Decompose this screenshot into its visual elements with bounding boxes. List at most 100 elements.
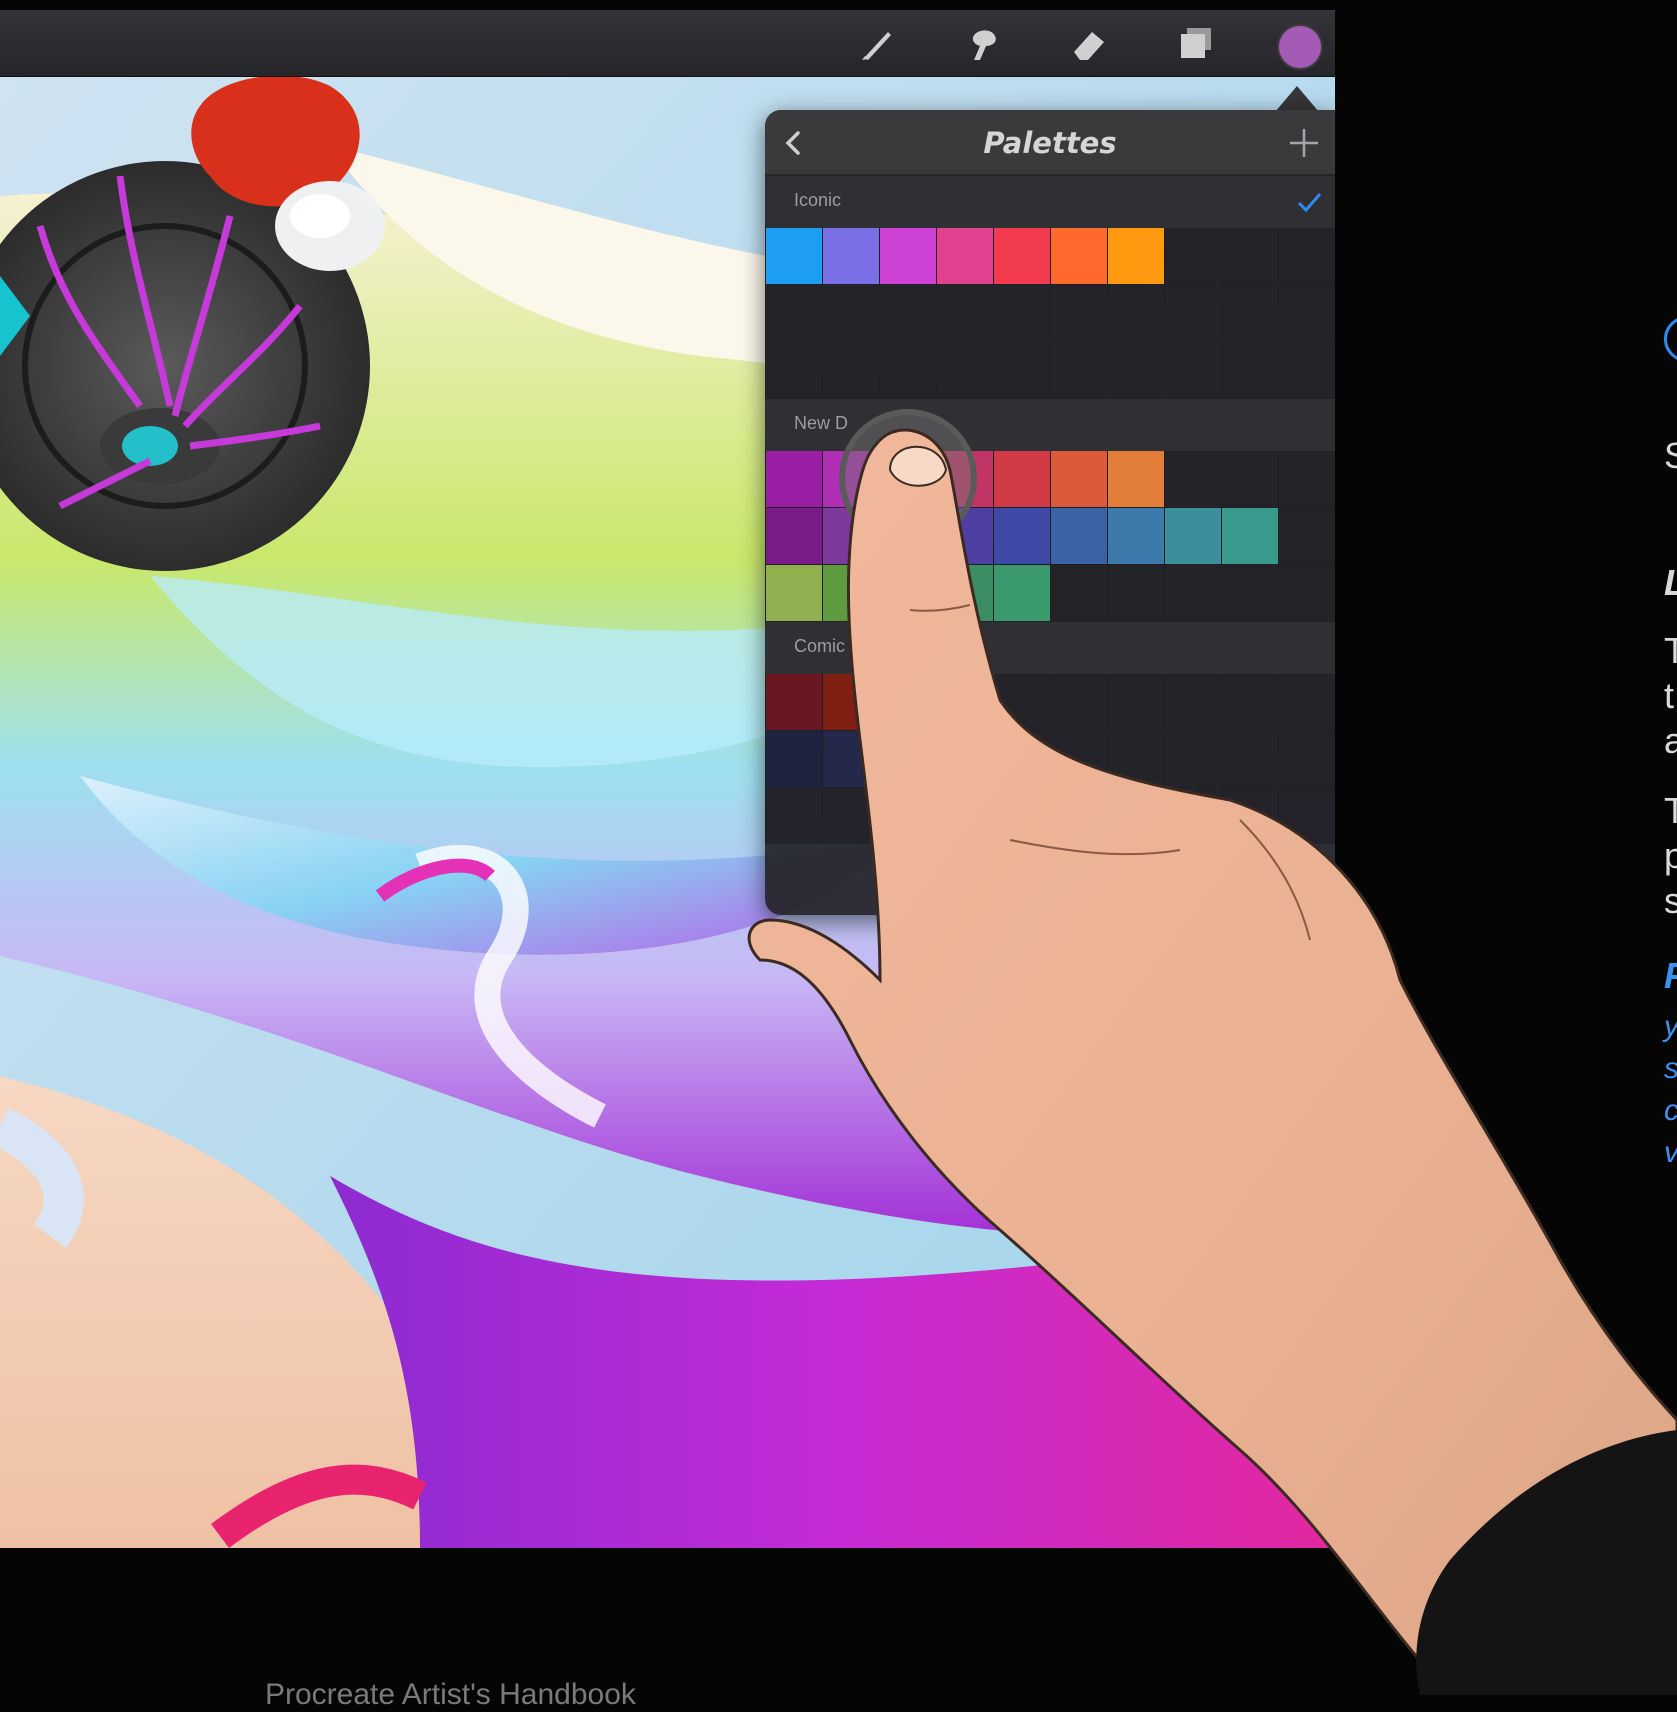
empty-swatch[interactable] xyxy=(1051,731,1107,787)
empty-swatch[interactable] xyxy=(1279,731,1335,787)
color-swatch[interactable] xyxy=(880,731,936,787)
color-swatch[interactable] xyxy=(823,674,879,730)
color-swatch[interactable] xyxy=(880,451,936,507)
empty-swatch[interactable] xyxy=(823,285,879,341)
empty-swatch[interactable] xyxy=(1222,228,1278,284)
empty-swatch[interactable] xyxy=(1165,788,1221,844)
color-swatch[interactable] xyxy=(880,674,936,730)
color-swatch[interactable] xyxy=(766,508,822,564)
empty-swatch[interactable] xyxy=(994,285,1050,341)
color-swatch[interactable] xyxy=(994,565,1050,621)
empty-swatch[interactable] xyxy=(1051,788,1107,844)
color-swatch[interactable] xyxy=(880,508,936,564)
color-swatch[interactable] xyxy=(994,228,1050,284)
empty-swatch[interactable] xyxy=(1165,228,1221,284)
brush-tool-button[interactable] xyxy=(858,26,898,62)
color-swatch[interactable] xyxy=(823,451,879,507)
color-swatch[interactable] xyxy=(823,228,879,284)
empty-swatch[interactable] xyxy=(937,731,993,787)
empty-swatch[interactable] xyxy=(1051,285,1107,341)
empty-swatch[interactable] xyxy=(1108,342,1164,398)
color-swatch[interactable] xyxy=(1222,508,1278,564)
empty-swatch[interactable] xyxy=(1222,451,1278,507)
color-swatch[interactable] xyxy=(994,451,1050,507)
empty-swatch[interactable] xyxy=(937,788,993,844)
palette-section-header[interactable]: Iconic xyxy=(765,175,1335,228)
empty-swatch[interactable] xyxy=(766,285,822,341)
color-swatch[interactable] xyxy=(766,451,822,507)
color-swatch[interactable] xyxy=(766,565,822,621)
add-palette-icon[interactable] xyxy=(1287,126,1321,160)
empty-swatch[interactable] xyxy=(1279,674,1335,730)
empty-swatch[interactable] xyxy=(1108,731,1164,787)
color-swatch[interactable] xyxy=(937,451,993,507)
empty-swatch[interactable] xyxy=(1279,451,1335,507)
empty-swatch[interactable] xyxy=(1108,788,1164,844)
empty-swatch[interactable] xyxy=(1165,565,1221,621)
empty-swatch[interactable] xyxy=(766,342,822,398)
empty-swatch[interactable] xyxy=(1051,342,1107,398)
empty-swatch[interactable] xyxy=(994,342,1050,398)
empty-swatch[interactable] xyxy=(1279,342,1335,398)
color-swatch[interactable] xyxy=(823,565,879,621)
color-swatch[interactable] xyxy=(823,731,879,787)
empty-swatch[interactable] xyxy=(1108,674,1164,730)
empty-swatch[interactable] xyxy=(937,342,993,398)
empty-swatch[interactable] xyxy=(1165,731,1221,787)
color-swatch[interactable] xyxy=(766,228,822,284)
empty-swatch[interactable] xyxy=(823,342,879,398)
empty-swatch[interactable] xyxy=(1222,342,1278,398)
color-swatch[interactable] xyxy=(937,565,993,621)
palette-section[interactable]: Comic xyxy=(765,621,1335,844)
color-swatch[interactable] xyxy=(880,228,936,284)
empty-swatch[interactable] xyxy=(1165,674,1221,730)
empty-swatch[interactable] xyxy=(937,285,993,341)
color-swatch[interactable] xyxy=(880,565,936,621)
color-swatch[interactable] xyxy=(994,508,1050,564)
empty-swatch[interactable] xyxy=(766,788,822,844)
color-swatch[interactable] xyxy=(1051,451,1107,507)
color-swatch[interactable] xyxy=(823,508,879,564)
empty-swatch[interactable] xyxy=(1222,674,1278,730)
empty-swatch[interactable] xyxy=(880,788,936,844)
color-picker-button[interactable] xyxy=(1277,24,1323,70)
color-swatch[interactable] xyxy=(1165,508,1221,564)
color-swatch[interactable] xyxy=(937,228,993,284)
empty-swatch[interactable] xyxy=(1222,788,1278,844)
empty-swatch[interactable] xyxy=(1279,565,1335,621)
color-swatch[interactable] xyxy=(1108,508,1164,564)
palette-section-header[interactable]: Comic xyxy=(765,621,1335,674)
empty-swatch[interactable] xyxy=(994,788,1050,844)
empty-swatch[interactable] xyxy=(1165,451,1221,507)
empty-swatch[interactable] xyxy=(1222,565,1278,621)
layers-button[interactable] xyxy=(1175,26,1215,62)
empty-swatch[interactable] xyxy=(994,674,1050,730)
color-swatch[interactable] xyxy=(1108,451,1164,507)
empty-swatch[interactable] xyxy=(937,674,993,730)
color-swatch[interactable] xyxy=(1051,508,1107,564)
palette-section[interactable]: New D xyxy=(765,398,1335,621)
empty-swatch[interactable] xyxy=(880,342,936,398)
palette-section-header[interactable]: New D xyxy=(765,398,1335,451)
empty-swatch[interactable] xyxy=(823,788,879,844)
empty-swatch[interactable] xyxy=(1279,228,1335,284)
empty-swatch[interactable] xyxy=(1108,285,1164,341)
empty-swatch[interactable] xyxy=(1279,508,1335,564)
empty-swatch[interactable] xyxy=(1222,731,1278,787)
empty-swatch[interactable] xyxy=(1279,285,1335,341)
empty-swatch[interactable] xyxy=(880,285,936,341)
empty-swatch[interactable] xyxy=(1051,674,1107,730)
empty-swatch[interactable] xyxy=(1165,342,1221,398)
empty-swatch[interactable] xyxy=(1279,788,1335,844)
palette-section[interactable]: Iconic xyxy=(765,175,1335,398)
color-swatch[interactable] xyxy=(766,731,822,787)
empty-swatch[interactable] xyxy=(1051,565,1107,621)
smudge-tool-button[interactable] xyxy=(962,26,1002,62)
empty-swatch[interactable] xyxy=(1165,285,1221,341)
empty-swatch[interactable] xyxy=(1108,565,1164,621)
eraser-tool-button[interactable] xyxy=(1070,26,1110,62)
color-swatch[interactable] xyxy=(766,674,822,730)
empty-swatch[interactable] xyxy=(1222,285,1278,341)
color-swatch[interactable] xyxy=(1051,228,1107,284)
empty-swatch[interactable] xyxy=(994,731,1050,787)
